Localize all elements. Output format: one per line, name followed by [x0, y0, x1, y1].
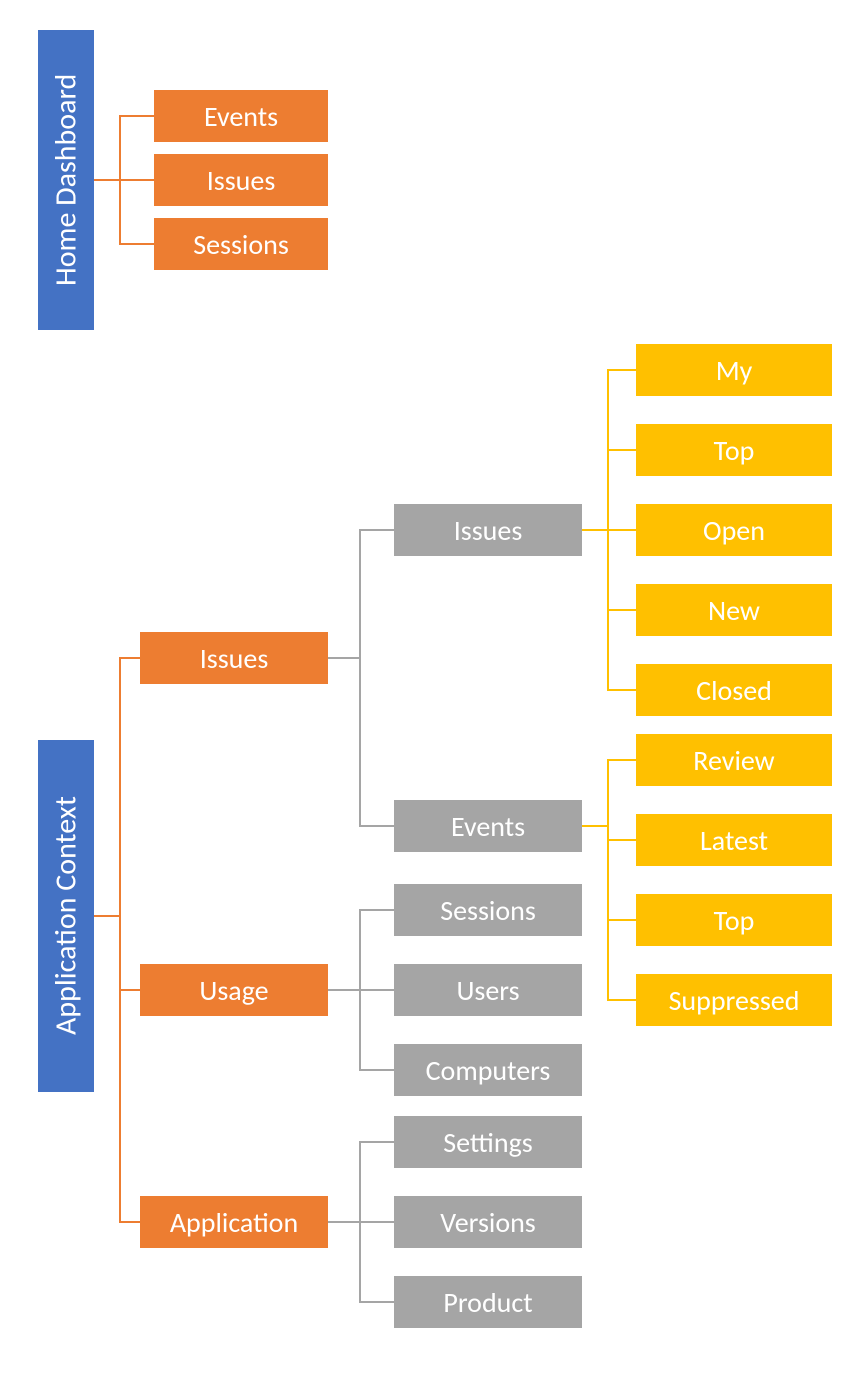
issues-events-suppressed: Suppressed — [636, 974, 832, 1026]
issues-issues-my: My — [636, 344, 832, 396]
home-events: Events — [154, 90, 328, 142]
app-application: Application — [140, 1196, 328, 1248]
home-sessions: Sessions — [154, 218, 328, 270]
application-settings: Settings — [394, 1116, 582, 1168]
root-application-context: Application Context — [38, 740, 94, 1092]
issues-events-latest: Latest — [636, 814, 832, 866]
app-issues: Issues — [140, 632, 328, 684]
issues-issues-top: Top — [636, 424, 832, 476]
issues-issues-new: New — [636, 584, 832, 636]
app-usage: Usage — [140, 964, 328, 1016]
application-product: Product — [394, 1276, 582, 1328]
application-versions: Versions — [394, 1196, 582, 1248]
issues-issues-open: Open — [636, 504, 832, 556]
issues-issues: Issues — [394, 504, 582, 556]
home-issues: Issues — [154, 154, 328, 206]
usage-sessions: Sessions — [394, 884, 582, 936]
issues-events-review: Review — [636, 734, 832, 786]
issues-events: Events — [394, 800, 582, 852]
usage-users: Users — [394, 964, 582, 1016]
root-home-dashboard: Home Dashboard — [38, 30, 94, 330]
issues-events-top: Top — [636, 894, 832, 946]
issues-issues-closed: Closed — [636, 664, 832, 716]
usage-computers: Computers — [394, 1044, 582, 1096]
